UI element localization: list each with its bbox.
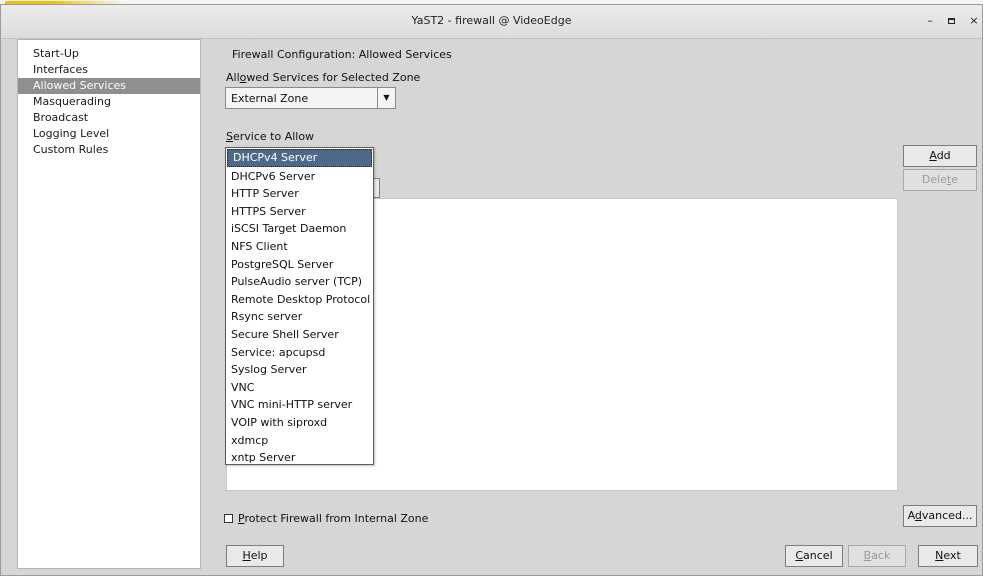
advanced-button[interactable]: Advanced... [903,505,977,527]
service-option[interactable]: Rsync server [226,308,373,326]
sidebar-item-custom-rules[interactable]: Custom Rules [18,142,200,158]
service-label: Service to Allow [226,130,314,143]
zone-select-value: External Zone [231,92,309,105]
sidebar-item-interfaces[interactable]: Interfaces [18,62,200,78]
help-label: elp [250,549,268,562]
service-dropdown-list[interactable]: DHCPv4 Server DHCPv6 Server HTTP Server … [225,147,374,465]
service-option[interactable]: HTTP Server [226,185,373,203]
cancel-button[interactable]: Cancel [785,545,843,567]
minimize-icon[interactable]: – [922,13,938,29]
delete-button[interactable]: Delete [903,169,977,191]
cancel-mnemonic: C [795,549,804,562]
zone-select[interactable]: External Zone ▼ [225,87,396,109]
sidebar-list: Start-Up Interfaces Allowed Services Mas… [18,46,200,158]
cancel-label: ancel [803,549,833,562]
next-button[interactable]: Next [918,545,978,567]
help-mnemonic: H [242,549,251,562]
protect-firewall-checkbox[interactable] [224,514,233,523]
advanced-label: A [907,509,915,522]
dropdown-arrow-icon[interactable]: ▼ [377,88,395,108]
service-option[interactable]: NFS Client [226,238,373,256]
service-option[interactable]: PostgreSQL Server [226,256,373,274]
help-button[interactable]: Help [226,545,284,567]
service-option[interactable]: Remote Desktop Protocol [226,291,373,309]
sidebar-item-masquerading[interactable]: Masquerading [18,94,200,110]
service-label-mnemonic: S [226,130,233,143]
service-option[interactable]: iSCSI Target Daemon [226,220,373,238]
zone-label: Allowed Services for Selected Zone [226,71,420,84]
advanced-mnemonic: d [914,509,922,522]
service-option[interactable]: Syslog Server [226,361,373,379]
service-option[interactable]: DHCPv4 Server [227,149,372,167]
service-label-rest: ervice to Allow [232,130,315,143]
sidebar-item-broadcast[interactable]: Broadcast [18,110,200,126]
delete-label-end: e [951,173,959,186]
back-label: ack [871,549,891,562]
maximize-icon[interactable] [943,13,959,29]
checkbox-label: rotect Firewall from Internal Zone [244,512,429,525]
zone-label-rest: wed Services for Selected Zone [246,71,421,84]
service-option[interactable]: Secure Shell Server [226,326,373,344]
page-title: Firewall Configuration: Allowed Services [232,48,452,61]
sidebar-item-logging-level[interactable]: Logging Level [18,126,200,142]
service-option[interactable]: HTTPS Server [226,203,373,221]
add-label: dd [936,149,951,162]
protect-firewall-row[interactable]: Protect Firewall from Internal Zone [224,512,428,525]
close-icon[interactable]: × [966,13,982,29]
service-option[interactable]: xdmcp [226,432,373,450]
sidebar-item-start-up[interactable]: Start-Up [18,46,200,62]
back-button[interactable]: Back [848,545,906,567]
title-accent [5,1,125,4]
service-option[interactable]: Service: apcupsd [226,344,373,362]
service-option[interactable]: VNC mini-HTTP server [226,396,373,414]
sidebar-tree: Start-Up Interfaces Allowed Services Mas… [17,39,201,569]
add-mnemonic: A [929,149,937,162]
service-option[interactable]: xntp Server [226,449,373,467]
window-title: YaST2 - firewall @ VideoEdge [411,14,572,27]
advanced-label-end: vanced... [921,509,973,522]
service-option[interactable]: DHCPv6 Server [226,168,373,186]
sidebar-item-allowed-services[interactable]: Allowed Services [18,78,200,94]
add-button[interactable]: Add [903,145,977,167]
next-label: ext [943,549,961,562]
zone-label-part: All [226,71,240,84]
service-option[interactable]: VOIP with siproxd [226,414,373,432]
service-option[interactable]: PulseAudio server (TCP) [226,273,373,291]
service-option[interactable]: VNC [226,379,373,397]
title-bar[interactable]: YaST2 - firewall @ VideoEdge – × [1,1,982,39]
delete-label: Dele [921,173,947,186]
